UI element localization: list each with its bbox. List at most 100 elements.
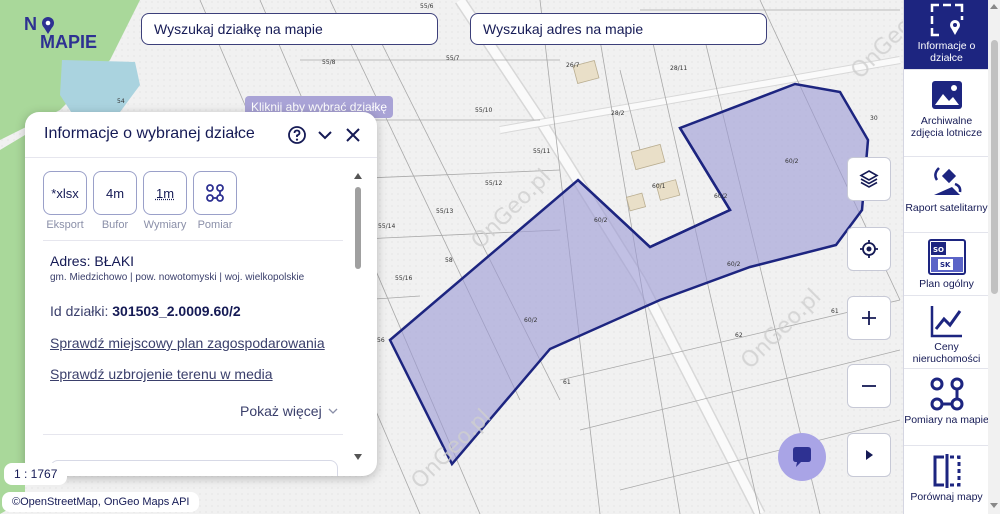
collapse-chevron-icon[interactable] [315, 125, 335, 145]
sidebar-scroll-down[interactable] [990, 503, 998, 508]
right-sidebar: Informacje o działce Archiwalne zdjęcia … [903, 0, 989, 514]
svg-text:55/14: 55/14 [378, 223, 395, 230]
plan-icon: SO SK [927, 239, 966, 275]
parcel-address: Adres: BŁAKI [50, 253, 135, 269]
sidebar-label: Pomiary na mapie [904, 414, 989, 426]
sidebar-label: Informacje o działce [917, 40, 976, 64]
measure-tool[interactable]: Pomiar [193, 171, 237, 231]
panel-title: Informacje o wybranej działce [44, 125, 255, 142]
svg-text:28/2: 28/2 [611, 110, 625, 117]
divider [43, 240, 343, 241]
zoning-plan-link[interactable]: Sprawdź miejscowy plan zagospodarowania [50, 335, 325, 351]
layers-icon [859, 170, 879, 188]
sidebar-item-general-plan[interactable]: SO SK Plan ogólny [904, 233, 989, 296]
svg-text:55/16: 55/16 [395, 275, 412, 282]
panel-header: Informacje o wybranej działce [25, 112, 377, 158]
svg-text:61: 61 [831, 308, 839, 315]
measure-label: Pomiar [197, 219, 233, 231]
help-icon[interactable] [287, 125, 307, 145]
dimensions-tool[interactable]: 1m Wymiary [143, 171, 187, 231]
svg-text:55/11: 55/11 [533, 148, 550, 155]
buffer-button[interactable]: 4m [93, 171, 137, 215]
aerial-photo-icon [931, 81, 962, 109]
sidebar-label: Archiwalne zdjęcia lotnicze [910, 115, 983, 139]
chevron-down-icon[interactable] [327, 405, 339, 417]
logo-text-mapie: MAPIE [40, 32, 97, 52]
zoom-out-icon [862, 385, 876, 387]
parcel-info-panel: Informacje o wybranej działce *xlsx Eksp… [25, 112, 377, 476]
sidebar-item-compare-maps[interactable]: Porównaj mapy [904, 446, 989, 514]
parcel-id-value: 301503_2.0009.60/2 [112, 303, 241, 319]
panel-scroll-down[interactable] [354, 454, 362, 460]
parcel-info-icon [930, 3, 963, 37]
route-icon [206, 184, 224, 202]
sidebar-scroll-up[interactable] [990, 4, 998, 9]
locate-button[interactable] [847, 227, 891, 271]
svg-text:55/6: 55/6 [420, 3, 434, 10]
svg-text:54: 54 [117, 98, 125, 105]
chat-icon [793, 447, 811, 467]
layers-button[interactable] [847, 157, 891, 201]
svg-text:60/2: 60/2 [594, 217, 608, 224]
svg-text:60/2: 60/2 [785, 158, 799, 165]
logo-text-n: N [24, 14, 37, 34]
sidebar-label: Porównaj mapy [910, 491, 983, 503]
export-button[interactable]: *xlsx [43, 171, 87, 215]
chat-button[interactable] [778, 433, 826, 481]
svg-text:56: 56 [377, 337, 385, 344]
svg-text:55/13: 55/13 [436, 208, 453, 215]
sidebar-item-measurements[interactable]: Pomiary na mapie [904, 369, 989, 446]
zoom-out-button[interactable] [847, 364, 891, 408]
svg-text:60/2: 60/2 [727, 261, 741, 268]
logo[interactable]: N MAPIE [22, 14, 118, 54]
svg-text:60/2: 60/2 [714, 193, 728, 200]
parcel-id: Id działki: 301503_2.0009.60/2 [50, 303, 241, 319]
sidebar-item-satellite-report[interactable]: Raport satelitarny [904, 157, 989, 233]
sidebar-label: Raport satelitarny [905, 202, 988, 214]
svg-text:SO: SO [933, 246, 944, 254]
export-tool[interactable]: *xlsx Eksport [43, 171, 87, 231]
svg-text:60/2: 60/2 [524, 317, 538, 324]
price-chart-icon [930, 306, 962, 338]
play-icon [866, 450, 873, 460]
zoom-in-icon [862, 311, 876, 325]
parcel-id-label: Id działki: [50, 303, 113, 319]
svg-text:30: 30 [870, 115, 878, 122]
utilities-link[interactable]: Sprawdź uzbrojenie terenu w media [50, 366, 273, 382]
measure-button[interactable] [193, 171, 237, 215]
svg-text:26/7: 26/7 [566, 62, 580, 69]
sidebar-label: Ceny nieruchomości [912, 341, 981, 365]
sidebar-label: Plan ogólny [919, 278, 974, 290]
svg-text:61: 61 [563, 379, 571, 386]
buffer-tool[interactable]: 4m Bufor [93, 171, 137, 231]
sidebar-scrollbar-thumb[interactable] [991, 40, 998, 294]
panel-scrollbar-thumb[interactable] [355, 187, 361, 269]
dimensions-button[interactable]: 1m [143, 171, 187, 215]
divider [43, 434, 343, 435]
svg-text:60/1: 60/1 [652, 183, 666, 190]
sidebar-item-aerial-photos[interactable]: Archiwalne zdjęcia lotnicze [904, 70, 989, 157]
svg-text:58: 58 [445, 257, 453, 264]
locate-icon [860, 240, 878, 258]
satellite-icon [933, 167, 961, 195]
map-scale: 1 : 1767 [4, 463, 68, 485]
show-more-button[interactable]: Pokaż więcej [240, 403, 322, 419]
svg-text:28/11: 28/11 [670, 65, 687, 72]
parcel-search-input[interactable]: Wyszukaj działkę na mapie [141, 13, 438, 45]
zoom-in-button[interactable] [847, 296, 891, 340]
compare-icon [933, 454, 960, 488]
svg-text:55/12: 55/12 [485, 180, 502, 187]
parcel-address-sub: gm. Miedzichowo | pow. nowotomyski | woj… [50, 272, 305, 283]
play-button[interactable] [847, 433, 891, 477]
panel-scroll-up[interactable] [354, 173, 362, 179]
sidebar-item-parcel-info[interactable]: Informacje o działce [904, 0, 989, 70]
address-search-input[interactable]: Wyszukaj adres na mapie [470, 13, 767, 45]
map-attribution[interactable]: ©OpenStreetMap, OnGeo Maps API [2, 492, 200, 512]
close-icon[interactable] [343, 125, 363, 145]
svg-text:55/7: 55/7 [446, 55, 460, 62]
svg-text:62: 62 [735, 332, 743, 339]
svg-text:55/10: 55/10 [475, 107, 492, 114]
svg-text:SK: SK [940, 261, 951, 269]
sidebar-item-property-prices[interactable]: Ceny nieruchomości [904, 296, 989, 369]
next-section-card [50, 460, 338, 476]
